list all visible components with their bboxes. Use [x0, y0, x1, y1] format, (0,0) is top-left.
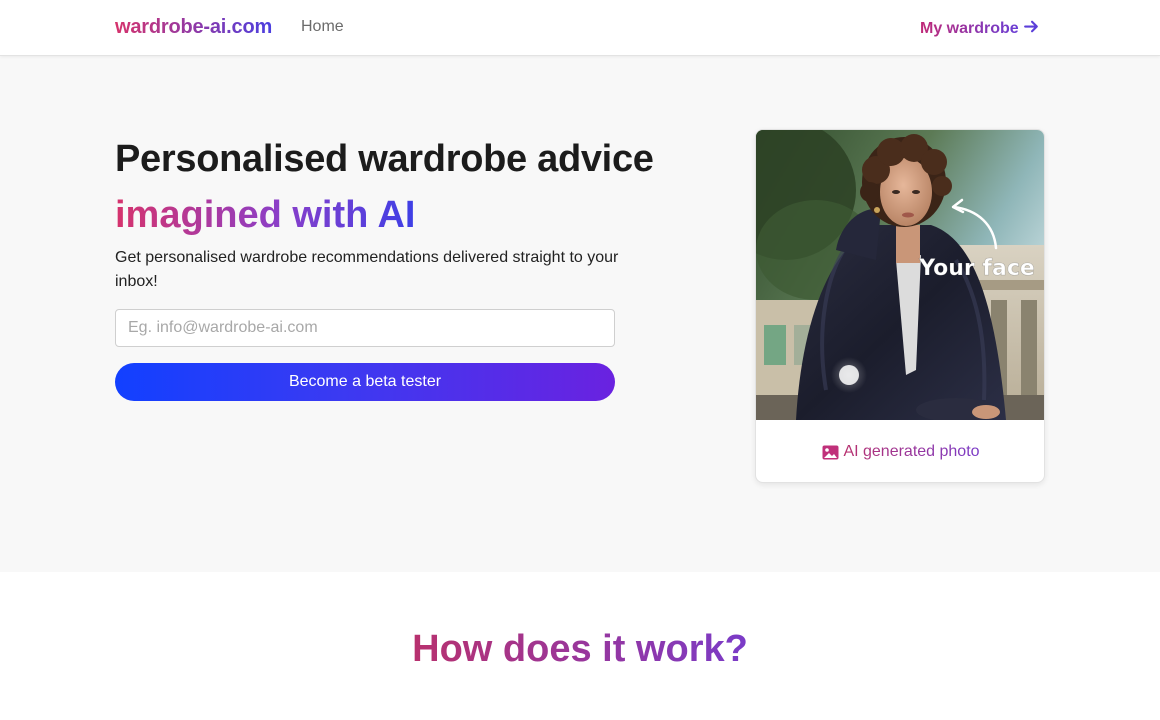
- ai-photo-card: Your face AI generated photo: [755, 129, 1045, 483]
- photo-caption-label: AI generated photo: [843, 443, 980, 460]
- my-wardrobe-link[interactable]: My wardrobe: [920, 18, 1040, 40]
- arrow-right-icon: [1023, 18, 1040, 40]
- email-input[interactable]: [115, 309, 615, 347]
- photo-caption: AI generated photo: [756, 420, 1044, 482]
- navbar: wardrobe-ai.com Home My wardrobe: [0, 0, 1160, 56]
- brand-logo-link[interactable]: wardrobe-ai.com: [115, 16, 272, 39]
- hero-title-highlight: imagined with AI: [115, 194, 416, 236]
- how-it-works-heading: How does it work?: [0, 628, 1160, 671]
- beta-tester-button[interactable]: Become a beta tester: [115, 363, 615, 401]
- nav-link-home[interactable]: Home: [301, 18, 344, 36]
- your-face-label: Your face: [918, 256, 1035, 281]
- my-wardrobe-label: My wardrobe: [920, 20, 1019, 37]
- how-it-works-title: How does it work?: [412, 628, 748, 670]
- hero-subtitle: Get personalised wardrobe recommendation…: [115, 249, 619, 290]
- image-icon: [822, 445, 839, 460]
- ai-generated-photo: Your face: [756, 130, 1044, 420]
- hero-section: Personalised wardrobe advice imagined wi…: [0, 56, 1160, 572]
- hero-title: Personalised wardrobe advice: [115, 138, 654, 180]
